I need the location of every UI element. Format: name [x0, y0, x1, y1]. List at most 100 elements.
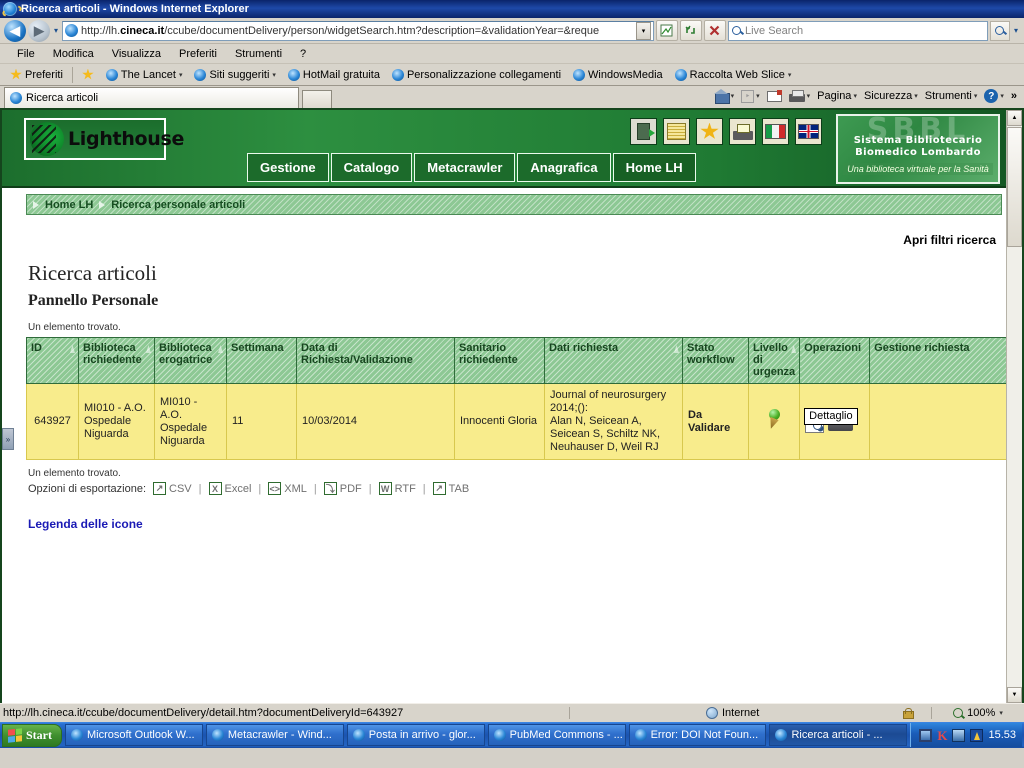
new-tab-button[interactable]: [302, 90, 332, 108]
search-provider-dropdown[interactable]: ▾: [1012, 26, 1020, 35]
export-tab-button[interactable]: ↗ TAB: [432, 482, 469, 495]
mail-button[interactable]: [764, 89, 785, 102]
security-menu-button[interactable]: Sicurezza ▾: [861, 90, 921, 102]
nav-item-home-lh[interactable]: Home LH: [612, 153, 696, 182]
col-data-richiesta[interactable]: Data di Richiesta/Validazione: [296, 337, 455, 384]
breadcrumb-item-ricerca-personale[interactable]: Ricerca personale articoli: [111, 199, 245, 211]
favbar-item-label: HotMail gratuita: [302, 68, 380, 81]
taskbar-item-label: Error: DOI Not Foun...: [650, 729, 759, 741]
refresh-icon[interactable]: [679, 20, 702, 41]
menu-preferiti[interactable]: Preferiti: [170, 47, 226, 61]
favbar-item-windowsmedia[interactable]: WindowsMedia: [567, 68, 669, 81]
address-bar[interactable]: http://lh.cineca.it/ccube/documentDelive…: [62, 20, 654, 41]
taskbar-item-metacrawler[interactable]: Metacrawler - Wind...: [205, 724, 344, 746]
printer-icon: [788, 89, 805, 103]
export-options: Opzioni di esportazione: ↗ CSV | X Excel…: [28, 482, 1000, 495]
results-table: ID Biblioteca richiedente Biblioteca ero…: [26, 337, 1012, 460]
col-livello-urgenza[interactable]: Livello di urgenza: [747, 337, 801, 384]
menu-file[interactable]: File: [8, 47, 44, 61]
col-settimana[interactable]: Settimana: [226, 337, 297, 384]
favbar-item-siti-suggeriti[interactable]: Siti suggeriti ▾: [188, 68, 281, 81]
tools-menu-button[interactable]: Strumenti ▾: [922, 90, 981, 102]
nav-item-anagrafica[interactable]: Anagrafica: [517, 153, 611, 182]
export-excel-button[interactable]: X Excel: [208, 482, 251, 495]
favorites-button[interactable]: Preferiti: [4, 68, 69, 81]
vertical-scrollbar[interactable]: ▲ ▼: [1006, 110, 1022, 703]
legend-link[interactable]: Legenda delle icone: [28, 517, 143, 531]
scrollbar-thumb[interactable]: [1007, 127, 1022, 247]
sidebar-expand-handle[interactable]: »: [2, 428, 14, 450]
feeds-button[interactable]: ‣ ▾: [738, 89, 763, 103]
page-menu-button[interactable]: Pagina ▾: [814, 90, 860, 102]
kaspersky-icon[interactable]: K: [937, 729, 947, 742]
sort-arrow-icon: [791, 345, 797, 353]
results-count-bottom: Un elemento trovato.: [28, 468, 121, 479]
menu-modifica[interactable]: Modifica: [44, 47, 103, 61]
favbar-item-web-slice[interactable]: Raccolta Web Slice ▾: [669, 68, 798, 81]
lighthouse-logo[interactable]: Lighthouse: [24, 118, 184, 160]
col-id[interactable]: ID: [26, 337, 79, 384]
home-button[interactable]: ▾: [711, 89, 738, 104]
search-go-button[interactable]: [989, 20, 1010, 41]
menu-strumenti[interactable]: Strumenti: [226, 47, 291, 61]
address-dropdown-button[interactable]: ▾: [635, 21, 651, 40]
nav-item-catalogo[interactable]: Catalogo: [330, 153, 413, 182]
scroll-up-arrow-icon[interactable]: ▲: [1007, 110, 1022, 126]
taskbar-item-doi-error[interactable]: Error: DOI Not Foun...: [628, 724, 767, 746]
results-table-body: 643927 MI010 - A.O. Ospedale Niguarda MI…: [26, 383, 1012, 460]
cell-stato-workflow: Da Validare: [682, 383, 749, 460]
flag-italy-icon[interactable]: [762, 118, 789, 145]
col-gestione-richiesta[interactable]: Gestione richiesta: [869, 337, 1012, 384]
menu-help[interactable]: ?: [291, 47, 315, 61]
tab-ricerca-articoli[interactable]: Ricerca articoli: [4, 87, 299, 108]
monitor-icon[interactable]: [952, 728, 966, 742]
favorites-star-icon[interactable]: [696, 118, 723, 145]
updates-icon[interactable]: [970, 728, 984, 742]
favbar-item-personalizzazione[interactable]: Personalizzazione collegamenti: [386, 68, 567, 81]
export-pdf-button[interactable]: ⤵ PDF: [323, 482, 362, 495]
col-sanitario-richiedente[interactable]: Sanitario richiedente: [454, 337, 545, 384]
start-button[interactable]: Start: [2, 723, 62, 747]
col-stato-workflow[interactable]: Stato workflow: [682, 337, 749, 384]
help-menu-button[interactable]: ? ▾: [981, 89, 1007, 103]
command-bar-overflow-button[interactable]: »: [1008, 90, 1020, 102]
taskbar-item-ricerca-articoli[interactable]: Ricerca articoli - ...: [769, 724, 908, 746]
flag-uk-icon[interactable]: [795, 118, 822, 145]
forward-button[interactable]: ▶: [28, 19, 50, 42]
security-zone[interactable]: Internet: [700, 707, 932, 719]
notes-icon[interactable]: [663, 118, 690, 145]
recent-pages-button[interactable]: ▾: [52, 26, 60, 35]
favbar-item-the-lancet[interactable]: The Lancet ▾: [100, 68, 189, 81]
menu-visualizza[interactable]: Visualizza: [103, 47, 170, 61]
nav-item-metacrawler[interactable]: Metacrawler: [414, 153, 516, 182]
taskbar-item-posta-in-arrivo[interactable]: Posta in arrivo - glor...: [346, 724, 485, 746]
open-search-filters-link[interactable]: Apri filtri ricerca: [903, 233, 996, 247]
table-row[interactable]: 643927 MI010 - A.O. Ospedale Niguarda MI…: [26, 383, 1012, 460]
favbar-item-hotmail[interactable]: HotMail gratuita: [282, 68, 386, 81]
add-to-favorites-bar-button[interactable]: [76, 68, 100, 81]
col-biblioteca-richiedente[interactable]: Biblioteca richiedente: [78, 337, 155, 384]
print-button[interactable]: ▾: [786, 89, 814, 103]
col-operazioni[interactable]: Operazioni: [799, 337, 871, 384]
home-icon: [713, 89, 730, 104]
export-rtf-button[interactable]: W RTF: [378, 482, 416, 495]
print-icon[interactable]: [729, 118, 756, 145]
stop-icon[interactable]: [703, 20, 726, 41]
col-dati-richiesta[interactable]: Dati richiesta: [544, 337, 683, 384]
breadcrumb-item-home-lh[interactable]: Home LH: [45, 199, 93, 211]
taskbar-item-outlook[interactable]: Microsoft Outlook W...: [65, 724, 203, 746]
logout-icon[interactable]: [630, 118, 657, 145]
export-csv-button[interactable]: ↗ CSV: [153, 482, 192, 495]
back-button[interactable]: ◀: [4, 19, 26, 42]
scroll-down-arrow-icon[interactable]: ▼: [1007, 687, 1022, 703]
col-biblioteca-erogatrice[interactable]: Biblioteca erogatrice: [154, 337, 227, 384]
zoom-control[interactable]: 100% ▾: [932, 707, 1024, 719]
clock[interactable]: 15.53: [988, 729, 1016, 741]
nav-item-gestione[interactable]: Gestione: [247, 153, 329, 182]
search-input[interactable]: Live Search: [727, 20, 988, 41]
network-icon[interactable]: [919, 728, 933, 742]
compatibility-view-icon[interactable]: [655, 20, 678, 41]
export-xml-button[interactable]: <> XML: [268, 482, 307, 495]
sbbl-line2: Biomedico Lombardo: [855, 147, 981, 158]
taskbar-item-pubmed-commons[interactable]: PubMed Commons - ...: [487, 724, 626, 746]
